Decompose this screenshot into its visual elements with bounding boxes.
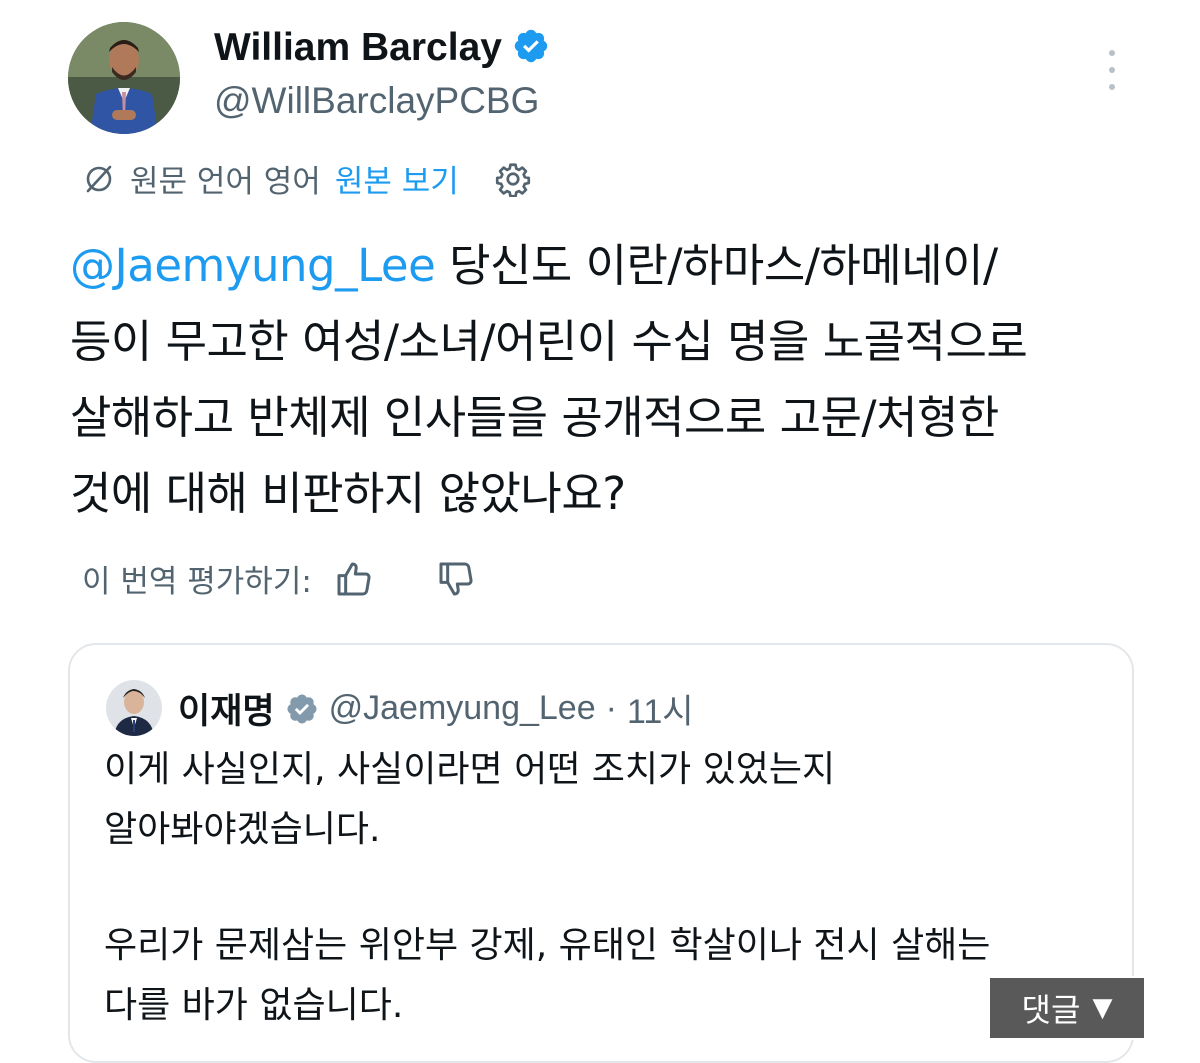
tweet-line-3: 살해하고 반체제 인사들을 공개적으로 고문/처형한 [70, 391, 999, 444]
thumbs-down-icon[interactable] [436, 559, 476, 599]
rate-translation-row: 이 번역 평가하기: [82, 556, 476, 601]
thumbs-up-icon[interactable] [334, 559, 374, 599]
translate-icon [82, 162, 116, 196]
quoted-author-avatar[interactable] [106, 680, 162, 736]
quoted-line: 이게 사실인지, 사실이라면 어떤 조치가 있었는지 [104, 749, 836, 790]
tweet-line-2: 등이 무고한 여성/소녀/어린이 수십 명을 노골적으로 [70, 315, 1028, 368]
original-language-label: 원문 언어 영어 [130, 164, 321, 200]
quoted-tweet-text: 이게 사실인지, 사실이라면 어떤 조치가 있었는지 알아봐야겠습니다. 우리가… [104, 740, 1104, 1036]
quoted-timestamp[interactable]: 11시 [627, 684, 694, 733]
tweet-text: @Jaemyung_Lee 당신도 이란/하마스/하메네이/ 등이 무고한 여성… [70, 228, 1150, 532]
show-original-link[interactable]: 원본 보기 [335, 156, 459, 201]
quoted-tweet-header: 이재명 @Jaemyung_Lee · 11시 [178, 683, 694, 734]
quoted-separator: · [605, 689, 617, 727]
author-name-row: William Barclay [214, 26, 550, 70]
quoted-line: 알아봐야겠습니다. [104, 809, 381, 850]
tweet-line-4: 것에 대해 비판하지 않았나요? [70, 467, 626, 520]
chevron-down-icon: ▼ [1092, 993, 1113, 1023]
quoted-author-handle[interactable]: @Jaemyung_Lee [329, 689, 596, 728]
quoted-line: 다를 바가 없습니다. [104, 985, 404, 1026]
verified-badge-icon [285, 692, 319, 726]
mention-link[interactable]: @Jaemyung_Lee [70, 239, 436, 292]
more-vertical-icon[interactable] [1100, 50, 1124, 90]
comment-label: 댓글 [1021, 991, 1081, 1029]
gear-icon[interactable] [495, 161, 531, 197]
translation-info-row: 원문 언어 영어 원본 보기 [82, 156, 531, 201]
quoted-author-name[interactable]: 이재명 [178, 683, 275, 734]
quoted-line: 우리가 문제삼는 위안부 강제, 유태인 학살이나 전시 살해는 [104, 925, 991, 966]
comment-button[interactable]: 댓글 ▼ [988, 976, 1146, 1040]
tweet-line-1: @Jaemyung_Lee 당신도 이란/하마스/하메네이/ [70, 239, 998, 292]
author-handle[interactable]: @WillBarclayPCBG [214, 80, 539, 122]
verified-badge-icon [512, 27, 550, 69]
rate-translation-label: 이 번역 평가하기: [82, 564, 312, 600]
quoted-tweet-card[interactable]: 이재명 @Jaemyung_Lee · 11시 이게 사실인지, 사실이라면 어… [68, 643, 1134, 1063]
author-name[interactable]: William Barclay [214, 26, 502, 70]
author-avatar[interactable] [68, 22, 180, 134]
